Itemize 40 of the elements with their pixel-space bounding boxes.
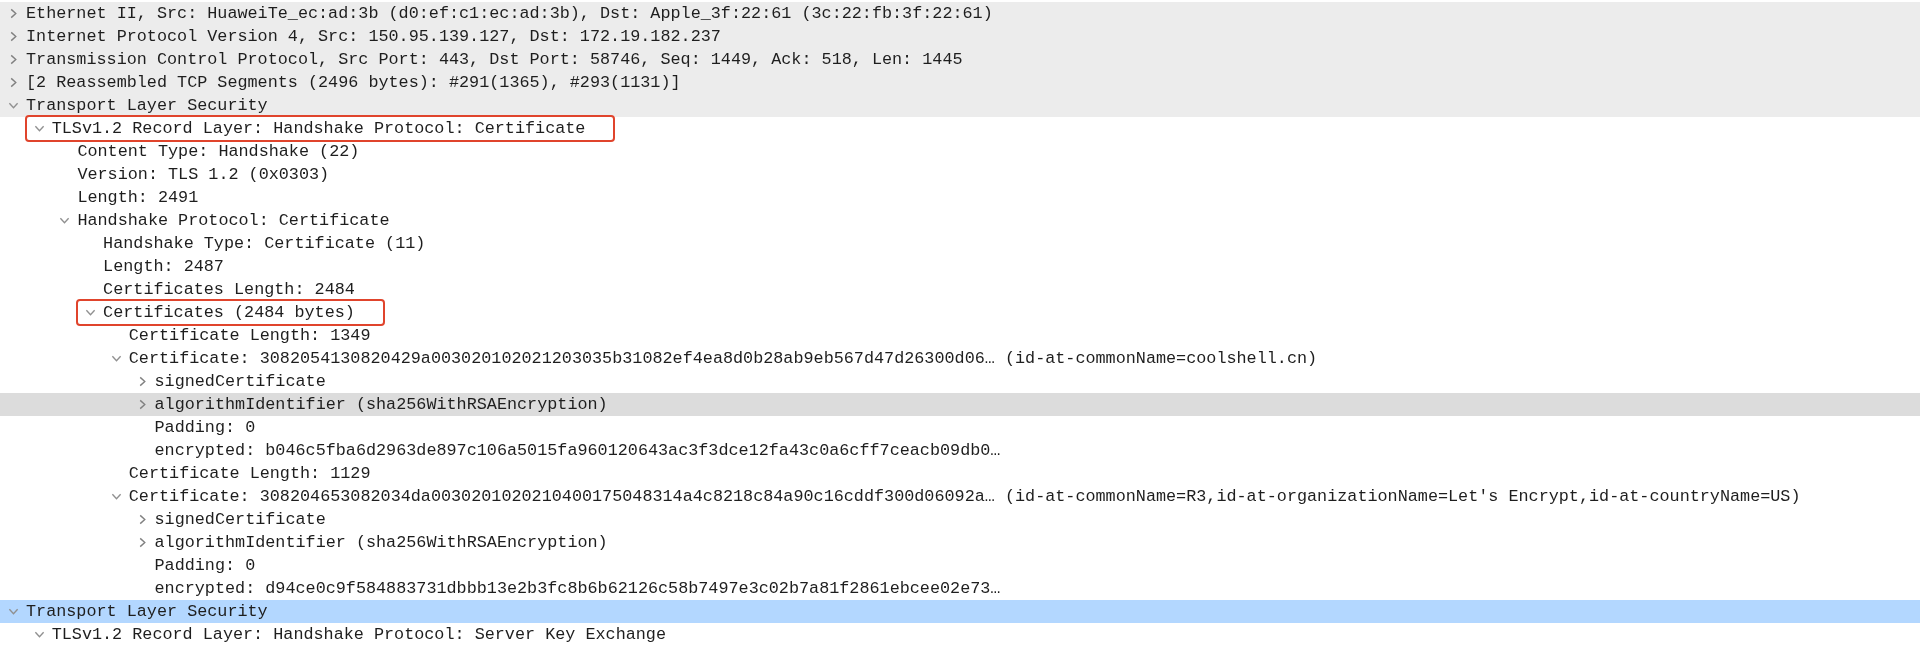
tree-item[interactable]: Certificate: 3082054130820429a003020102021203035b31082ef4ea8d0b28ab9eb567d47d26300d06… (id-at-commonName=coolshell.cn) — [0, 347, 1920, 370]
chevron-down-icon[interactable] — [85, 307, 97, 318]
tree-item[interactable]: Transport Layer Security — [0, 600, 1920, 623]
chevron-down-icon[interactable] — [110, 491, 122, 502]
chevron-right-icon[interactable] — [8, 54, 19, 65]
chevron-down-icon[interactable] — [110, 353, 122, 364]
tree-item[interactable]: Content Type: Handshake (22) — [0, 140, 1920, 163]
chevron-down-icon[interactable] — [33, 123, 45, 134]
tree-item[interactable]: TLSv1.2 Record Layer: Handshake Protocol: Server Key Exchange — [0, 623, 1920, 646]
tree-item[interactable]: Padding: 0 — [0, 554, 1920, 577]
tree-item[interactable]: encrypted: b046c5fba6d2963de897c106a5015fa960120643ac3f3dce12fa43c0a6cff7ceacb09db0… — [0, 439, 1920, 462]
chevron-right-icon[interactable] — [8, 77, 19, 88]
tree-item[interactable]: signedCertificate — [0, 508, 1920, 531]
tree-item[interactable]: Length: 2491 — [0, 186, 1920, 209]
tree-item[interactable]: Certificates Length: 2484 — [0, 278, 1920, 301]
tree-item[interactable]: Handshake Type: Certificate (11) — [0, 232, 1920, 255]
tree-item[interactable]: Version: TLS 1.2 (0x0303) — [0, 163, 1920, 186]
tree-item[interactable]: algorithmIdentifier (sha256WithRSAEncryption) — [0, 531, 1920, 554]
chevron-down-icon[interactable] — [33, 629, 45, 640]
tree-item[interactable]: algorithmIdentifier (sha256WithRSAEncryption) — [0, 393, 1920, 416]
tree-item[interactable]: Certificate: 308204653082034da0030201020210400175048314a4c8218c84a90c16cddf300d06092a… (id-at-commonName=R3,id-at-organizationName=Let's Encrypt,id-at-countryName=US) — [0, 485, 1920, 508]
tree-item[interactable]: TLSv1.2 Record Layer: Handshake Protocol: Certificate — [0, 117, 1920, 140]
chevron-down-icon[interactable] — [8, 606, 19, 617]
chevron-right-icon[interactable] — [8, 31, 19, 42]
chevron-right-icon[interactable] — [8, 8, 19, 19]
tree-item[interactable]: [2 Reassembled TCP Segments (2496 bytes): #291(1365), #293(1131)] — [0, 71, 1920, 94]
tree-item[interactable]: encrypted: d94ce0c9f584883731dbbb13e2b3fc8b6b62126c58b7497e3c02b7a81f2861ebcee02e73… — [0, 577, 1920, 600]
tree-item[interactable]: Transmission Control Protocol, Src Port: 443, Dst Port: 58746, Seq: 1449, Ack: 518, Len: 1445 — [0, 48, 1920, 71]
tree-item[interactable]: Length: 2487 — [0, 255, 1920, 278]
tree-item[interactable]: Internet Protocol Version 4, Src: 150.95.139.127, Dst: 172.19.182.237 — [0, 25, 1920, 48]
tree-item[interactable]: Handshake Protocol: Certificate — [0, 209, 1920, 232]
chevron-down-icon[interactable] — [8, 100, 19, 111]
tree-item[interactable]: Transport Layer Security — [0, 94, 1920, 117]
tree-item[interactable]: Padding: 0 — [0, 416, 1920, 439]
tree-item[interactable]: signedCertificate — [0, 370, 1920, 393]
chevron-down-icon[interactable] — [59, 215, 71, 226]
tree-item[interactable]: Certificate Length: 1349 — [0, 324, 1920, 347]
tree-item[interactable]: Certificate Length: 1129 — [0, 462, 1920, 485]
tree-item[interactable]: Certificates (2484 bytes) — [0, 301, 1920, 324]
tree-item[interactable]: Ethernet II, Src: HuaweiTe_ec:ad:3b (d0:ef:c1:ec:ad:3b), Dst: Apple_3f:22:61 (3c:22:fb:3f:22:61) — [0, 2, 1920, 25]
